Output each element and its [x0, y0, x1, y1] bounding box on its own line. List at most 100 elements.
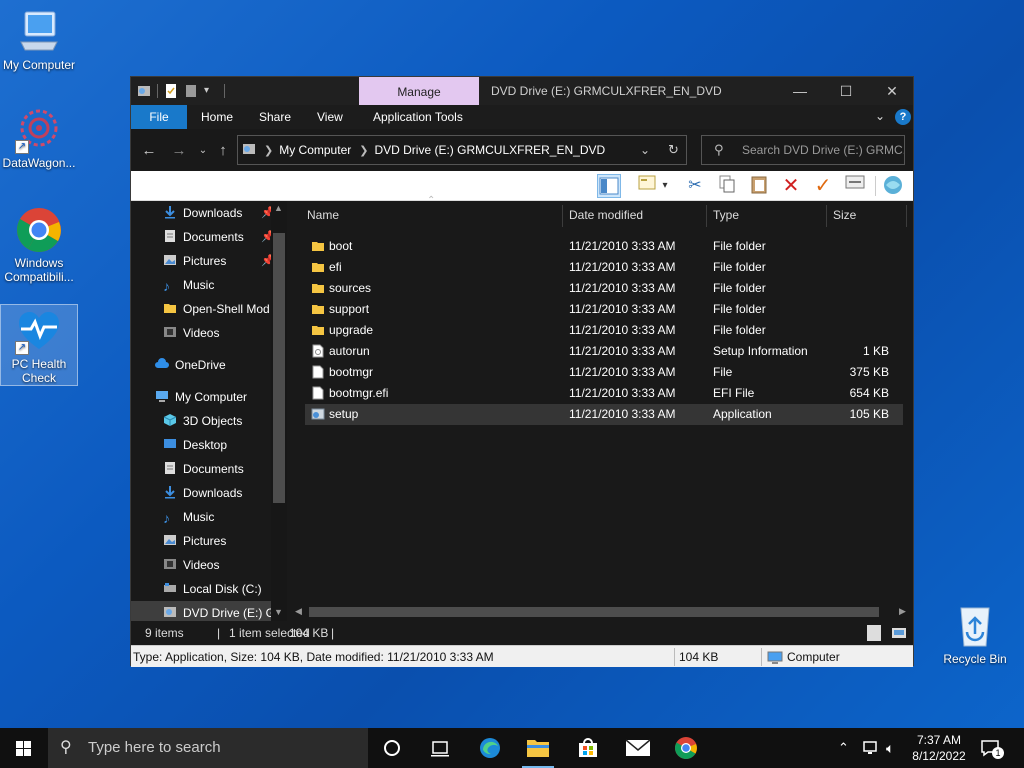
file-row-bootmgr-efi[interactable]: bootmgr.efi 11/21/2010 3:33 AM EFI File 654… [305, 383, 903, 404]
taskbar-mail[interactable] [614, 728, 662, 768]
help-icon[interactable]: ? [895, 109, 911, 125]
nav-item-documents-pc[interactable]: Documents [163, 457, 244, 481]
scroll-right-icon[interactable]: ▶ [899, 606, 906, 617]
taskbar-chrome[interactable] [662, 728, 710, 768]
file-row-bootmgr[interactable]: bootmgr 11/21/2010 3:33 AM File 375 KB [305, 362, 903, 383]
task-view-button[interactable] [416, 728, 464, 768]
scrollbar-thumb[interactable] [273, 233, 285, 503]
scroll-down-icon[interactable]: ▼ [274, 607, 283, 617]
nav-item-pictures-pc[interactable]: Pictures [163, 529, 226, 553]
ribbon-expand-icon[interactable]: ⌄ [875, 109, 885, 123]
nav-pane-scrollbar[interactable]: ▲ ▼ [271, 201, 287, 621]
copy-icon[interactable] [715, 174, 739, 198]
rename-icon[interactable]: ✓ [811, 174, 835, 198]
paste-icon[interactable] [747, 174, 771, 198]
details-view-button[interactable] [867, 625, 881, 641]
file-row-efi[interactable]: efi 11/21/2010 3:33 AM File folder [305, 257, 903, 278]
minimize-button[interactable]: — [777, 77, 823, 105]
taskbar-store[interactable] [564, 728, 612, 768]
address-dropdown-icon[interactable]: ⌄ [640, 143, 650, 157]
column-divider[interactable] [562, 205, 563, 227]
properties-icon[interactable] [843, 174, 867, 198]
nav-item-music-pc[interactable]: ♪ Music [163, 505, 214, 529]
notification-center-button[interactable]: 1 [980, 728, 1010, 768]
column-header-size[interactable]: Size [833, 201, 856, 229]
title-bar[interactable]: ▾ Manage DVD Drive (E:) GRMCULXFRER_EN_D… [131, 77, 913, 105]
tab-file[interactable]: File [131, 105, 187, 129]
file-explorer-window[interactable]: ▾ Manage DVD Drive (E:) GRMCULXFRER_EN_D… [130, 76, 914, 667]
view-dropdown-icon[interactable]: ▾ [659, 174, 671, 198]
scroll-left-icon[interactable]: ◀ [295, 606, 302, 617]
preview-pane-button[interactable] [597, 174, 621, 198]
search-input[interactable]: ⚲ Search DVD Drive (E:) GRMC... [701, 135, 905, 165]
nav-item-my-computer[interactable]: My Computer [155, 385, 247, 409]
file-row-sources[interactable]: sources 11/21/2010 3:33 AM File folder [305, 278, 903, 299]
column-header-name[interactable]: Name [307, 201, 339, 229]
qat-dropdown-icon[interactable]: ▾ [204, 83, 218, 99]
column-header-date[interactable]: Date modified [569, 201, 643, 229]
breadcrumb-dvd-drive[interactable]: DVD Drive (E:) GRMCULXFRER_EN_DVD [374, 143, 605, 157]
desktop-icon-pc-health-check[interactable]: ↗ PC Health Check [0, 304, 78, 386]
nav-item-videos-pc[interactable]: Videos [163, 553, 219, 577]
delete-icon[interactable]: ✕ [779, 174, 803, 198]
maximize-button[interactable]: ☐ [823, 77, 869, 105]
forward-button[interactable]: → [169, 141, 189, 161]
nav-item-videos[interactable]: Videos [163, 321, 219, 345]
column-divider[interactable] [906, 205, 907, 227]
tab-home[interactable]: Home [187, 105, 247, 129]
properties-icon[interactable] [164, 83, 178, 99]
address-box[interactable]: ❯ My Computer ❯ DVD Drive (E:) GRMCULXFR… [237, 135, 687, 165]
desktop-icon-windows-compat[interactable]: Windows Compatibili... [0, 206, 78, 284]
desktop-icon-my-computer[interactable]: My Computer [0, 8, 78, 72]
nav-item-open-shell[interactable]: Open-Shell Mod [163, 297, 270, 321]
back-button[interactable]: ← [139, 141, 159, 161]
taskbar-file-explorer[interactable] [514, 728, 562, 768]
file-row-support[interactable]: support 11/21/2010 3:33 AM File folder [305, 299, 903, 320]
scroll-up-icon[interactable]: ▲ [274, 203, 283, 213]
nav-item-documents[interactable]: Documents 📌 [163, 225, 275, 249]
volume-icon[interactable]: 🔈︎ [886, 728, 894, 768]
chevron-right-icon[interactable]: ❯ [359, 144, 368, 157]
new-folder-icon[interactable] [184, 83, 198, 99]
horizontal-scrollbar[interactable]: ◀ ▶ [291, 603, 913, 621]
nav-item-local-disk[interactable]: Local Disk (C:) [163, 577, 262, 601]
file-row-setup[interactable]: setup 11/21/2010 3:33 AM Application 105 KB [305, 404, 903, 425]
desktop-icon-recycle-bin[interactable]: Recycle Bin [936, 602, 1014, 666]
nav-item-3d-objects[interactable]: 3D Objects [163, 409, 242, 433]
close-button[interactable]: ✕ [869, 77, 915, 105]
network-icon[interactable] [862, 728, 880, 768]
cortana-button[interactable] [368, 728, 416, 768]
clock[interactable]: 7:37 AM 8/12/2022 [910, 728, 968, 768]
nav-item-music[interactable]: ♪ Music [163, 273, 214, 297]
column-divider[interactable] [706, 205, 707, 227]
tray-overflow-icon[interactable]: ⌃ [838, 728, 849, 768]
large-icons-view-button[interactable] [891, 625, 907, 641]
nav-item-downloads-pc[interactable]: Downloads [163, 481, 242, 505]
taskbar-edge[interactable] [466, 728, 514, 768]
tab-view[interactable]: View [303, 105, 357, 129]
start-button[interactable] [0, 728, 48, 768]
nav-item-desktop[interactable]: Desktop [163, 433, 227, 457]
nav-item-dvd-drive[interactable]: DVD Drive (E:) GI [131, 601, 278, 621]
navigation-pane[interactable]: Downloads 📌 Documents 📌 Pictures 📌 ♪ Musi… [131, 201, 287, 621]
file-row-upgrade[interactable]: upgrade 11/21/2010 3:33 AM File folder [305, 320, 903, 341]
up-button[interactable]: ↑ [213, 141, 233, 161]
recent-locations-icon[interactable]: ⌄ [193, 141, 213, 161]
scrollbar-thumb[interactable] [309, 607, 879, 617]
cut-icon[interactable]: ✂ [683, 174, 707, 198]
tab-application-tools[interactable]: Application Tools [359, 105, 477, 129]
nav-item-downloads[interactable]: Downloads 📌 [163, 201, 275, 225]
refresh-icon[interactable]: ↻ [668, 142, 679, 158]
view-options-icon[interactable] [635, 174, 659, 198]
tab-share[interactable]: Share [245, 105, 305, 129]
open-shell-settings-icon[interactable] [881, 174, 905, 198]
file-row-autorun[interactable]: autorun 11/21/2010 3:33 AM Setup Informati… [305, 341, 903, 362]
nav-item-pictures[interactable]: Pictures 📌 [163, 249, 275, 273]
drive-icon[interactable] [137, 83, 151, 99]
manage-contextual-tab[interactable]: Manage [359, 77, 479, 105]
column-divider[interactable] [826, 205, 827, 227]
nav-item-onedrive[interactable]: OneDrive [155, 353, 226, 377]
chevron-right-icon[interactable]: ❯ [264, 144, 273, 157]
desktop-icon-datawagon[interactable]: ↗ DataWagon... [0, 106, 78, 170]
column-header-type[interactable]: Type [713, 201, 739, 229]
